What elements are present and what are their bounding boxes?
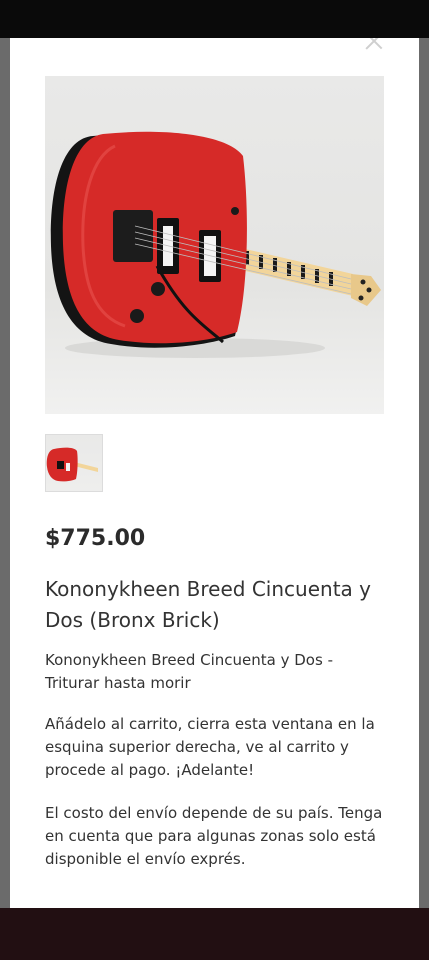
product-modal: $775.00 Kononykheen Breed Cincuenta y Do…: [10, 38, 419, 908]
product-subtitle: Kononykheen Breed Cincuenta y Dos - Trit…: [45, 651, 333, 692]
close-icon[interactable]: [363, 38, 385, 52]
shipping-note: El costo del envío depende de su país. T…: [45, 804, 383, 868]
guitar-thumbnail-image: [46, 447, 98, 482]
cart-instructions: Añádelo al carrito, cierra esta ventana …: [45, 715, 375, 779]
status-bar: [0, 0, 429, 38]
product-main-image[interactable]: [45, 76, 384, 414]
product-price: $775.00: [45, 526, 146, 551]
product-thumbnail[interactable]: [45, 434, 103, 492]
guitar-image: [50, 131, 381, 358]
navigation-bar: [0, 908, 429, 960]
product-title: Kononykheen Breed Cincuenta y Dos (Bronx…: [45, 577, 371, 632]
